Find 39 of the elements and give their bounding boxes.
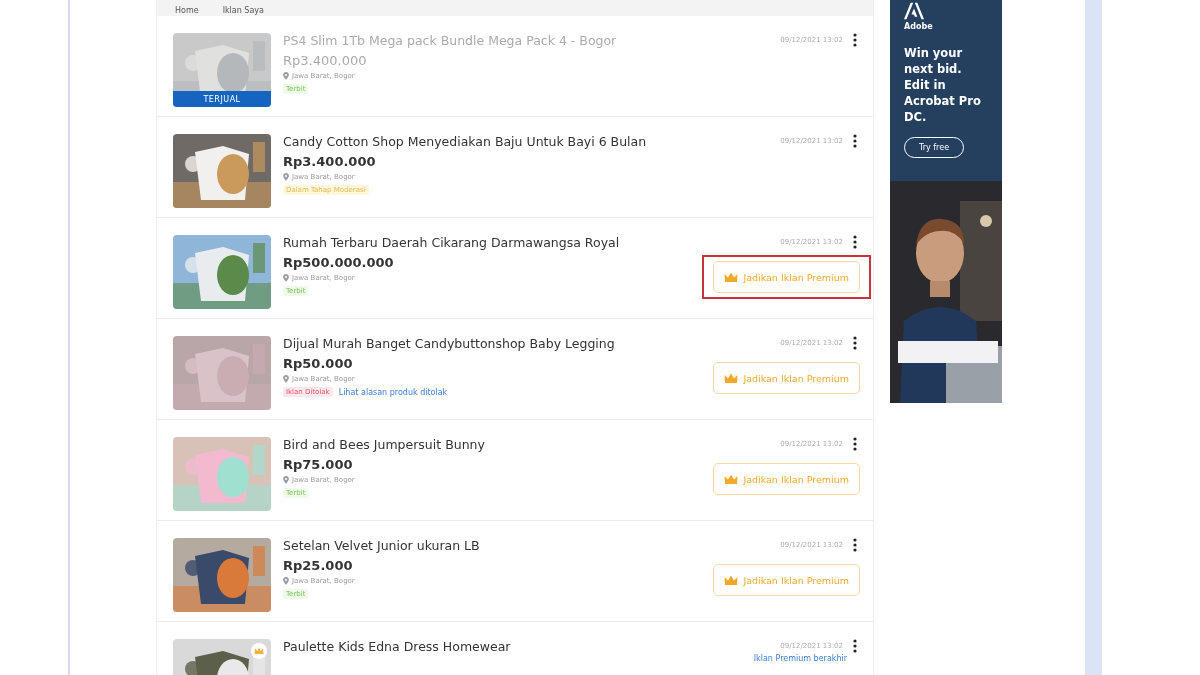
ad-headline: Win your next bid. Edit in Acrobat Pro DC. — [904, 45, 982, 125]
crown-icon — [724, 271, 739, 283]
location-pin-icon — [283, 375, 289, 383]
more-options-icon[interactable] — [853, 639, 857, 653]
listing-price: Rp50.000 — [283, 356, 354, 371]
listing-price: Rp25.000 — [283, 558, 354, 573]
more-options-icon[interactable] — [853, 336, 857, 350]
breadcrumb-link[interactable]: Home — [175, 6, 199, 16]
crown-icon — [724, 473, 739, 485]
crown-icon — [724, 372, 739, 384]
listing-price: Rp3.400.000 — [283, 154, 377, 169]
listing-title: Candy Cotton Shop Menyediakan Baju Untuk Bayi 6 Bulan — [283, 134, 648, 150]
reason-link[interactable]: Lihat alasan produk ditolak — [338, 387, 448, 397]
more-options-icon[interactable] — [853, 134, 857, 148]
location-pin-icon — [283, 173, 289, 181]
logo-icon — [904, 2, 924, 20]
more-options-icon[interactable] — [853, 538, 857, 552]
listing-price: Rp500.000.000 — [283, 255, 395, 270]
listing-title: Dijual Murah Banget Candybuttonshop Baby Legging — [283, 336, 616, 352]
location-pin-icon — [283, 476, 289, 484]
location-pin-icon — [283, 577, 289, 585]
more-options-icon[interactable] — [853, 33, 857, 47]
listing-title: Setelan Velvet Junior ukuran LB — [283, 538, 481, 554]
location-pin-icon — [283, 274, 289, 282]
breadcrumb-link[interactable]: Iklan Saya — [222, 6, 264, 16]
listing-title: Paulette Kids Edna Dress Homewear — [283, 639, 512, 655]
listing-title: Bird and Bees Jumpersuit Bunny — [283, 437, 486, 453]
listing-title: PS4 Slim 1Tb Mega pack Bundle Mega Pack 4 - Bogor — [283, 33, 618, 49]
premium-expired-link[interactable]: Iklan Premium berakhir — [753, 654, 847, 663]
listing-title: Rumah Terbaru Daerah Cikarang Darmawangsa Royal — [283, 235, 621, 251]
crown-icon — [724, 574, 739, 586]
location-pin-icon — [283, 72, 289, 80]
listing-price: Rp75.000 — [283, 457, 354, 472]
listing-price: Rp3.400.000 — [283, 53, 368, 68]
sold-label: TERJUAL — [173, 91, 271, 107]
ad-banner[interactable]: Adobe Win your next bid. Edit in Acrobat Pro DC. Try free — [890, 0, 1002, 403]
ad-brand: Adobe — [904, 22, 933, 31]
more-options-icon[interactable] — [853, 437, 857, 451]
more-options-icon[interactable] — [853, 235, 857, 249]
